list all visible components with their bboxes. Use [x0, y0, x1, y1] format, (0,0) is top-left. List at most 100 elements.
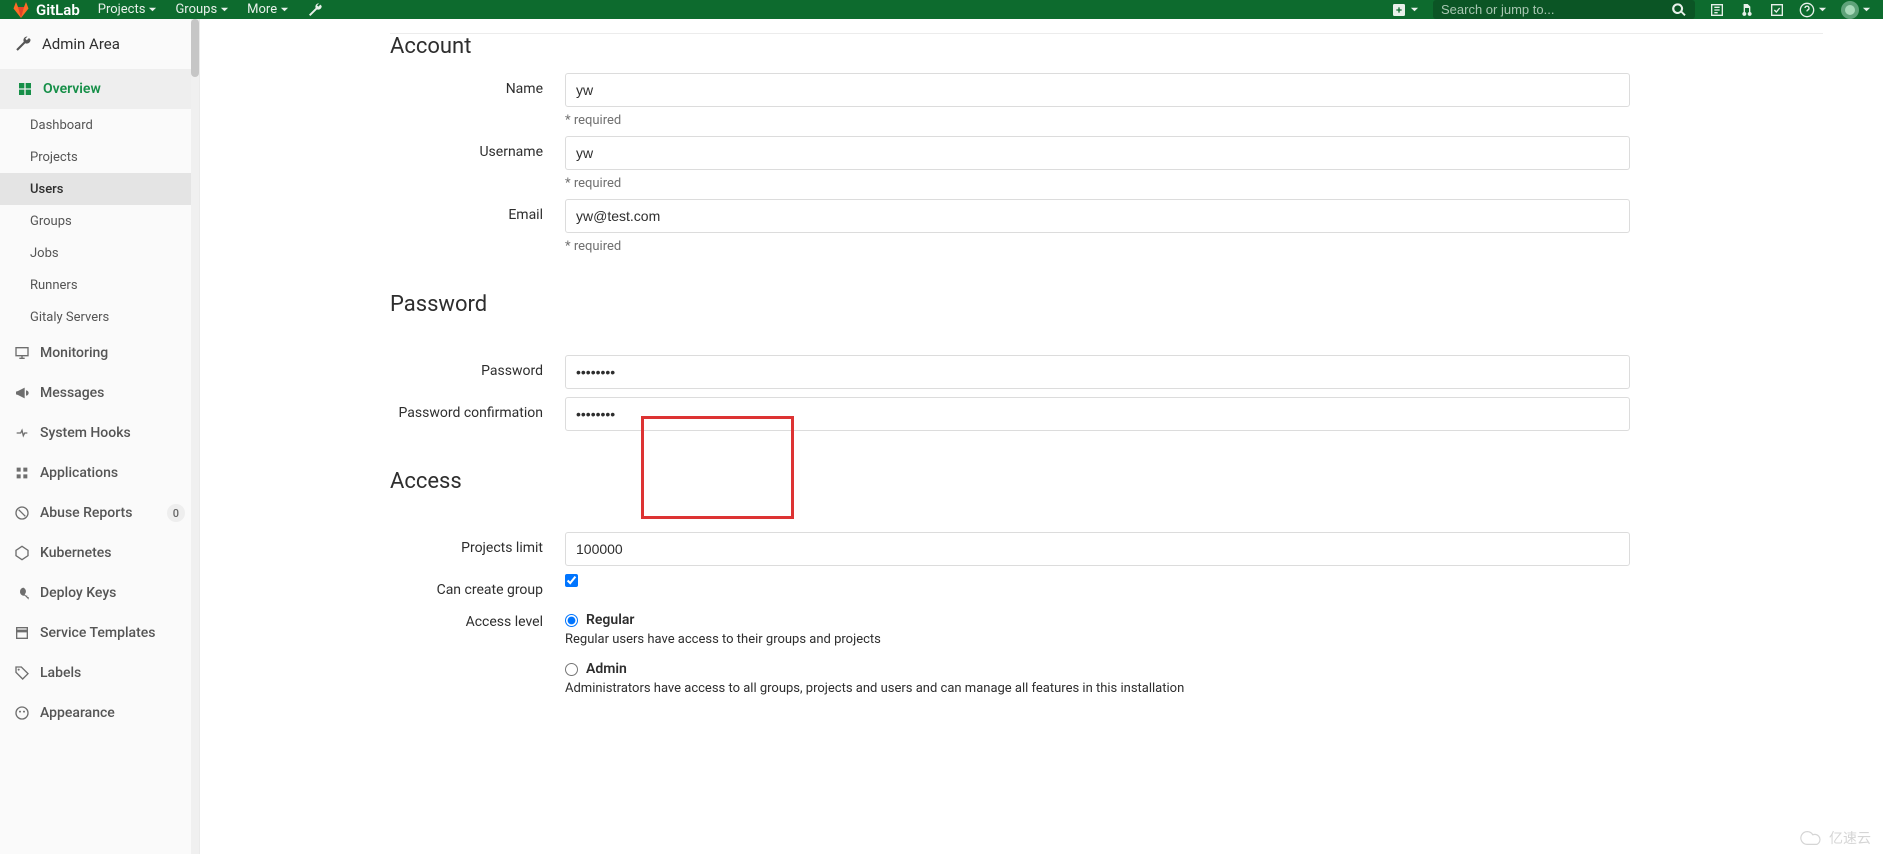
sidebar: Admin Area Overview Dashboard Projects U…	[0, 19, 200, 854]
sidebar-item-label: Appearance	[40, 705, 115, 721]
sidebar-item-overview[interactable]: Overview	[0, 69, 199, 109]
help-dropdown[interactable]	[1799, 2, 1827, 18]
gitlab-logo-icon	[12, 1, 30, 19]
menu-projects[interactable]: Projects	[98, 2, 158, 17]
sidebar-sub-gitaly[interactable]: Gitaly Servers	[0, 301, 199, 333]
sidebar-item-deploy-keys[interactable]: Deploy Keys	[0, 573, 199, 613]
label-access-level: Access level	[390, 606, 565, 630]
topbar: GitLab Projects Groups More	[0, 0, 1883, 19]
chevron-down-icon	[220, 5, 229, 14]
row-email: Email * required	[390, 199, 1823, 254]
checkbox-can-create-group[interactable]	[565, 574, 578, 587]
sidebar-sub-jobs[interactable]: Jobs	[0, 237, 199, 269]
sidebar-sub-runners[interactable]: Runners	[0, 269, 199, 301]
sidebar-item-label: Service Templates	[40, 625, 155, 641]
label-name: Name	[390, 73, 565, 97]
sidebar-item-label: Messages	[40, 385, 104, 401]
row-password-confirmation: Password confirmation	[390, 397, 1823, 431]
input-password[interactable]	[565, 355, 1630, 389]
sub-label: Runners	[30, 278, 78, 293]
row-projects-limit: Projects limit	[390, 532, 1823, 566]
input-username[interactable]	[565, 136, 1630, 170]
chevron-down-icon	[1818, 5, 1827, 14]
label-can-create-group: Can create group	[390, 574, 565, 598]
sidebar-item-kubernetes[interactable]: Kubernetes	[0, 533, 199, 573]
new-dropdown[interactable]	[1391, 2, 1419, 18]
label-password: Password	[390, 355, 565, 379]
brand-text: GitLab	[36, 1, 80, 19]
sidebar-item-label: Applications	[40, 465, 118, 481]
wrench-icon	[14, 35, 32, 53]
sub-label: Users	[30, 182, 63, 197]
input-email[interactable]	[565, 199, 1630, 233]
sidebar-sub-users[interactable]: Users	[0, 173, 199, 205]
question-icon	[1799, 2, 1815, 18]
brand[interactable]: GitLab	[12, 1, 80, 19]
row-access-level: Access level Regular Regular users have …	[390, 606, 1823, 710]
monitor-icon	[14, 345, 30, 361]
sidebar-item-applications[interactable]: Applications	[0, 453, 199, 493]
kubernetes-icon	[14, 545, 30, 561]
section-account: Account Name * required Username * requi…	[390, 33, 1823, 262]
radio-admin-label[interactable]: Admin	[586, 661, 627, 677]
megaphone-icon	[14, 385, 30, 401]
sidebar-item-label: Overview	[43, 81, 101, 97]
row-name: Name * required	[390, 73, 1823, 128]
radio-regular[interactable]	[565, 614, 578, 627]
legend-password: Password	[390, 280, 1823, 331]
radio-regular-label[interactable]: Regular	[586, 612, 634, 628]
label-password-confirmation: Password confirmation	[390, 397, 565, 421]
menu-projects-label: Projects	[98, 2, 146, 17]
input-password-confirmation[interactable]	[565, 397, 1630, 431]
input-name[interactable]	[565, 73, 1630, 107]
tag-icon	[14, 665, 30, 681]
menu-groups[interactable]: Groups	[175, 2, 229, 17]
sidebar-item-labels[interactable]: Labels	[0, 653, 199, 693]
row-username: Username * required	[390, 136, 1823, 191]
section-access: Access Projects limit Can create group A…	[390, 457, 1823, 718]
sidebar-sub-dashboard[interactable]: Dashboard	[0, 109, 199, 141]
main-content: Account Name * required Username * requi…	[200, 19, 1883, 854]
help-email: * required	[565, 239, 1630, 254]
desc-regular: Regular users have access to their group…	[565, 632, 1630, 647]
sidebar-sub-groups[interactable]: Groups	[0, 205, 199, 237]
menu-more[interactable]: More	[247, 2, 289, 17]
sidebar-item-messages[interactable]: Messages	[0, 373, 199, 413]
todos-icon[interactable]	[1769, 2, 1785, 18]
issues-icon[interactable]	[1709, 2, 1725, 18]
admin-wrench-icon[interactable]	[307, 2, 323, 18]
sidebar-item-system-hooks[interactable]: System Hooks	[0, 413, 199, 453]
abuse-count-badge: 0	[167, 504, 185, 522]
merge-requests-icon[interactable]	[1739, 2, 1755, 18]
section-password: Password Password Password confirmation	[390, 280, 1823, 439]
sidebar-item-label: Deploy Keys	[40, 585, 116, 601]
input-projects-limit[interactable]	[565, 532, 1630, 566]
search-box[interactable]	[1433, 0, 1695, 19]
sidebar-item-service-templates[interactable]: Service Templates	[0, 613, 199, 653]
scrollbar-thumb[interactable]	[191, 19, 199, 77]
row-password: Password	[390, 355, 1823, 389]
sidebar-item-appearance[interactable]: Appearance	[0, 693, 199, 733]
overview-icon	[17, 81, 33, 97]
sidebar-item-label: System Hooks	[40, 425, 131, 441]
hook-icon	[14, 425, 30, 441]
watermark-text: 亿速云	[1829, 828, 1871, 848]
sidebar-item-monitoring[interactable]: Monitoring	[0, 333, 199, 373]
radio-admin[interactable]	[565, 663, 578, 676]
label-projects-limit: Projects limit	[390, 532, 565, 556]
chevron-down-icon	[148, 5, 157, 14]
chevron-down-icon	[1862, 5, 1871, 14]
menu-groups-label: Groups	[175, 2, 217, 17]
sidebar-title[interactable]: Admin Area	[0, 19, 199, 69]
sub-label: Gitaly Servers	[30, 310, 109, 325]
search-input[interactable]	[1441, 2, 1671, 17]
sidebar-item-label: Monitoring	[40, 345, 108, 361]
radio-row-admin: Admin	[565, 661, 1630, 677]
sidebar-item-abuse-reports[interactable]: Abuse Reports 0	[0, 493, 199, 533]
help-username: * required	[565, 176, 1630, 191]
sidebar-sub-projects[interactable]: Projects	[0, 141, 199, 173]
abuse-icon	[14, 505, 30, 521]
user-menu[interactable]	[1841, 1, 1871, 19]
top-menu: Projects Groups More	[98, 0, 323, 19]
label-username: Username	[390, 136, 565, 160]
